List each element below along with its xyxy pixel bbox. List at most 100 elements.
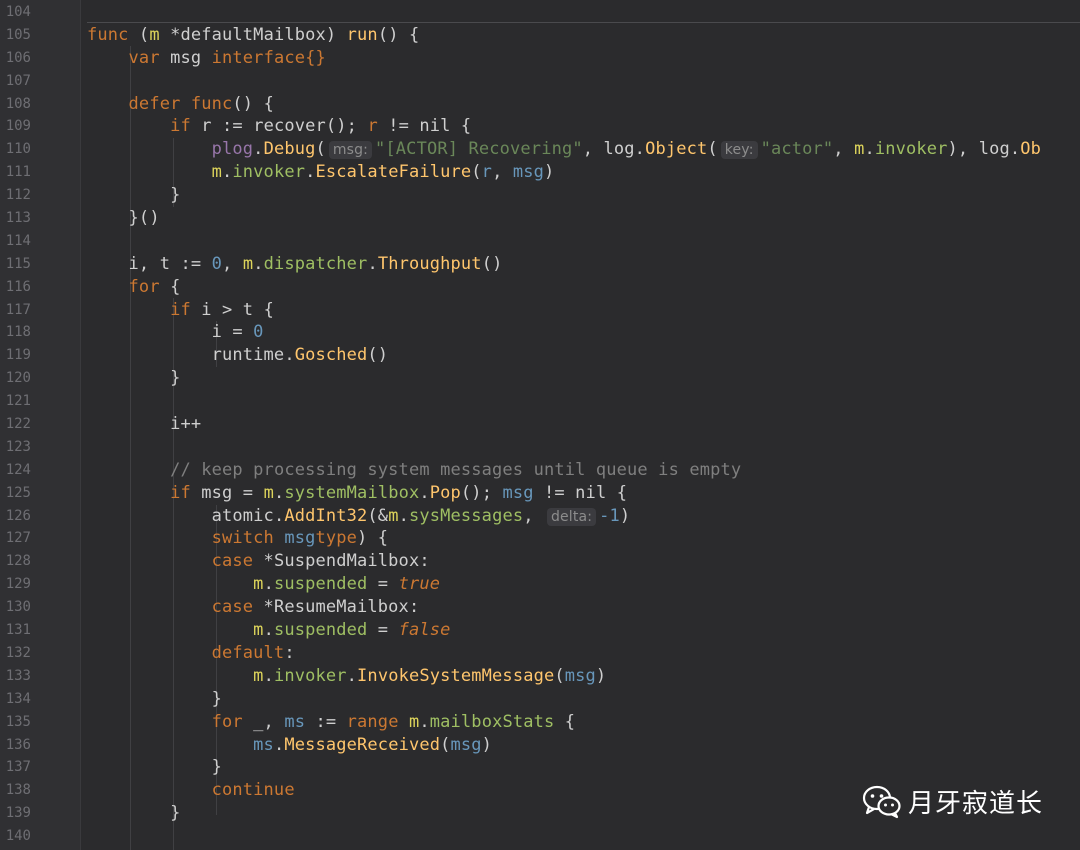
line-code[interactable]: } (87, 184, 180, 207)
function-call-token: MessageReceived (284, 734, 441, 755)
line-code[interactable]: i = 0 (87, 321, 264, 344)
field-token: dispatcher (263, 253, 368, 274)
punct-token: ) { (357, 528, 389, 549)
punct-token: (& (367, 505, 389, 526)
code-line: 120 } (0, 367, 1080, 390)
line-code[interactable]: // keep processing system messages until… (87, 459, 741, 482)
line-number: 113 (5, 210, 31, 227)
line-code[interactable]: defer func() { (87, 93, 274, 116)
code-line: 119 runtime.Gosched() (0, 344, 1080, 367)
function-name-token: run (346, 24, 378, 45)
line-number: 118 (5, 324, 31, 341)
punct-token: { (606, 482, 628, 503)
line-code[interactable]: m.suspended = true (87, 573, 440, 596)
line-code[interactable]: }() (87, 207, 160, 230)
code-line: 127 switch msgtype) { (0, 527, 1080, 550)
identifier-token: r := (190, 116, 254, 137)
receiver-token: m (253, 620, 264, 641)
identifier-token: msg (512, 162, 544, 183)
keyword-token: continue (211, 780, 295, 801)
code-line: 115 i, t := 0, m.dispatcher.Throughput() (0, 253, 1080, 276)
nil-token: nil (419, 116, 451, 137)
punct-token: . (263, 620, 274, 641)
watermark-text: 月牙寂道长 (908, 789, 1044, 819)
watermark: 月牙寂道长 (862, 783, 1043, 820)
line-number: 135 (5, 713, 31, 730)
punct-token (274, 528, 284, 548)
expression-token: i > t { (190, 299, 274, 320)
function-call-token: InvokeSystemMessage (357, 665, 555, 686)
line-code[interactable]: } (87, 802, 180, 825)
string-token: "[ACTOR] Recovering" (375, 139, 583, 160)
line-code[interactable]: func (m *defaultMailbox) run() { (87, 24, 419, 47)
punct-token: . (367, 253, 378, 274)
line-number: 115 (5, 255, 31, 272)
receiver-token: m (388, 505, 399, 526)
keyword-token: if (170, 116, 191, 137)
line-code[interactable]: var msg interface{} (87, 47, 326, 70)
punct-token: . (263, 574, 274, 595)
line-code[interactable]: ms.MessageReceived(msg) (87, 734, 492, 757)
brace-token: } (211, 757, 223, 778)
line-code[interactable]: for _, ms := range m.mailboxStats { (87, 711, 575, 734)
punct-token: , (582, 139, 604, 160)
punct-token: { (450, 116, 472, 137)
parameter-hint-msg: msg: (328, 141, 373, 160)
line-number: 128 (5, 553, 31, 570)
punct-token: : (284, 642, 295, 663)
identifier-token: ms (284, 711, 306, 732)
receiver-token: m (242, 253, 254, 274)
line-code[interactable]: case *SuspendMailbox: (87, 550, 430, 573)
code-line: 110 plog.Debug(msg: "[ACTOR] Recovering",… (0, 138, 1080, 161)
field-token: suspended (273, 620, 368, 641)
package-token: atomic (211, 505, 274, 526)
punct-token: . (419, 482, 430, 503)
line-code[interactable]: if i > t { (87, 299, 274, 322)
code-line: 132 default: (0, 642, 1080, 665)
line-number: 122 (5, 416, 31, 433)
line-code[interactable]: continue (87, 779, 295, 802)
line-number: 107 (5, 72, 31, 89)
code-line: 112 } (0, 184, 1080, 207)
line-code[interactable]: i++ (87, 413, 201, 436)
punct-token: () (481, 253, 503, 274)
operator-token: := (305, 711, 347, 732)
line-code[interactable]: for { (87, 276, 181, 299)
code-line: 122 i++ (0, 413, 1080, 436)
code-editor[interactable]: 104 105 func (m *defaultMailbox) run() { … (0, 0, 1080, 850)
punct-token: ( (440, 734, 451, 755)
punct-token: () (367, 345, 389, 366)
line-code[interactable]: m.suspended = false (87, 619, 451, 642)
line-code[interactable]: i, t := 0, m.dispatcher.Throughput() (87, 253, 503, 276)
line-code[interactable]: runtime.Gosched() (87, 344, 388, 367)
code-line: 135 for _, ms := range m.mailboxStats { (0, 711, 1080, 734)
line-code[interactable]: case *ResumeMailbox: (87, 596, 420, 619)
line-code[interactable]: atomic.AddInt32(&m.sysMessages, delta: -1… (87, 505, 630, 528)
receiver-token: m (263, 482, 274, 503)
field-token: invoker (273, 665, 347, 686)
line-number: 104 (5, 4, 31, 20)
parameter-hint-key: key: (720, 141, 758, 160)
keyword-token: var (128, 47, 160, 68)
package-token: log (603, 139, 635, 160)
line-code[interactable]: switch msgtype) { (87, 527, 388, 550)
package-token: log (978, 139, 1010, 160)
line-code[interactable]: default: (87, 642, 295, 665)
line-number: 106 (5, 49, 31, 66)
line-code[interactable]: } (87, 688, 222, 711)
code-line: 121 (0, 390, 1080, 413)
line-code[interactable]: m.invoker.InvokeSystemMessage(msg) (87, 665, 606, 688)
keyword-token: if (170, 299, 191, 320)
line-code[interactable]: if r := recover(); r != nil { (87, 115, 471, 138)
keyword-token: func (180, 93, 233, 114)
line-code[interactable]: } (87, 756, 222, 779)
line-number: 140 (5, 828, 31, 845)
line-code[interactable]: m.invoker.EscalateFailure(r, msg) (87, 161, 555, 184)
builtin-token: recover (253, 116, 326, 137)
keyword-token: range (346, 711, 399, 732)
punct-token: ), (947, 139, 979, 160)
line-code[interactable]: if msg = m.systemMailbox.Pop(); msg != n… (87, 482, 627, 505)
function-call-token: Object (645, 139, 708, 160)
line-code[interactable]: } (87, 367, 180, 390)
line-code[interactable]: plog.Debug(msg: "[ACTOR] Recovering", log… (87, 138, 1041, 161)
